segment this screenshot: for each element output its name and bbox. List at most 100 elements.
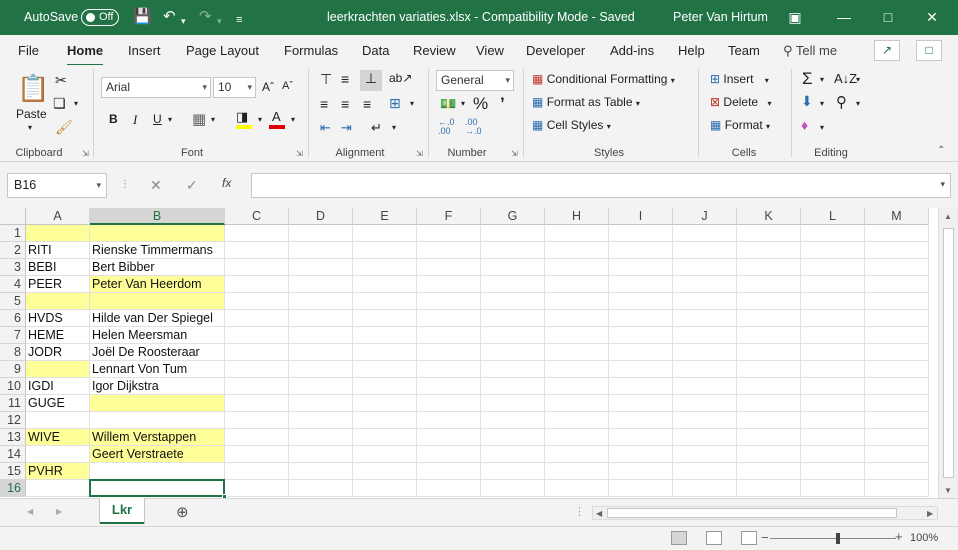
cell-l14[interactable] — [801, 446, 865, 463]
cell-i15[interactable] — [609, 463, 673, 480]
font-size-dropdown[interactable]: 10 ▾ — [213, 77, 256, 98]
save-icon[interactable]: 💾 — [133, 8, 152, 26]
row-header-5[interactable]: 5 — [0, 293, 26, 310]
cell-e5[interactable] — [353, 293, 417, 310]
cell-l4[interactable] — [801, 276, 865, 293]
cell-f10[interactable] — [417, 378, 481, 395]
horizontal-scrollbar[interactable]: ◀ ▶ — [592, 506, 938, 520]
cell-c6[interactable] — [225, 310, 289, 327]
cell-m9[interactable] — [865, 361, 929, 378]
page-break-view-icon[interactable] — [741, 531, 757, 545]
cell-h9[interactable] — [545, 361, 609, 378]
cell-i14[interactable] — [609, 446, 673, 463]
orientation-icon[interactable]: ab↗ — [389, 71, 412, 85]
tab-formulas[interactable]: Formulas — [284, 43, 338, 58]
cell-d6[interactable] — [289, 310, 353, 327]
tab-developer[interactable]: Developer — [526, 43, 585, 58]
format-painter-icon[interactable]: 🖌 — [55, 119, 73, 136]
zoom-in-icon[interactable]: + — [895, 529, 903, 544]
cell-j10[interactable] — [673, 378, 737, 395]
cancel-icon[interactable]: ✕ — [150, 177, 162, 194]
row-header-13[interactable]: 13 — [0, 429, 26, 446]
cell-l13[interactable] — [801, 429, 865, 446]
cell-k1[interactable] — [737, 225, 801, 242]
copy-dropdown-icon[interactable]: ▾ — [74, 99, 78, 108]
cell-m15[interactable] — [865, 463, 929, 480]
cell-h12[interactable] — [545, 412, 609, 429]
clear-dropdown-icon[interactable]: ▾ — [820, 123, 824, 132]
add-sheet-icon[interactable]: ⊕ — [176, 503, 189, 521]
fill-dropdown-icon[interactable]: ▾ — [820, 99, 824, 108]
increase-font-icon[interactable]: Aˆ — [262, 80, 274, 94]
cell-h15[interactable] — [545, 463, 609, 480]
cell-b7[interactable]: Helen Meersman — [90, 327, 225, 344]
cell-k11[interactable] — [737, 395, 801, 412]
tab-splitter-icon[interactable]: ⋮ — [574, 505, 585, 518]
redo-dropdown-icon[interactable]: ▾ — [217, 12, 222, 30]
cell-c12[interactable] — [225, 412, 289, 429]
cell-k16[interactable] — [737, 480, 801, 497]
row-header-4[interactable]: 4 — [0, 276, 26, 293]
customize-toolbar-icon[interactable]: ≡ — [236, 11, 242, 29]
font-color-dropdown-icon[interactable]: ▾ — [291, 115, 295, 124]
row-header-7[interactable]: 7 — [0, 327, 26, 344]
cell-d1[interactable] — [289, 225, 353, 242]
cell-k4[interactable] — [737, 276, 801, 293]
wrap-text-icon[interactable]: ↵ — [371, 120, 382, 136]
row-header-15[interactable]: 15 — [0, 463, 26, 480]
cell-j11[interactable] — [673, 395, 737, 412]
cell-c8[interactable] — [225, 344, 289, 361]
cell-e16[interactable] — [353, 480, 417, 497]
cell-k3[interactable] — [737, 259, 801, 276]
cell-k15[interactable] — [737, 463, 801, 480]
row-header-2[interactable]: 2 — [0, 242, 26, 259]
delete-cells-button[interactable]: ⊠ Delete ▾ — [710, 95, 771, 109]
cell-e8[interactable] — [353, 344, 417, 361]
cell-g11[interactable] — [481, 395, 545, 412]
share-icon[interactable]: ↗ — [874, 40, 900, 61]
cell-a10[interactable]: IGDI — [26, 378, 90, 395]
cell-k2[interactable] — [737, 242, 801, 259]
cell-h14[interactable] — [545, 446, 609, 463]
row-header-14[interactable]: 14 — [0, 446, 26, 463]
vertical-scrollbar[interactable]: ▲ ▼ — [938, 208, 958, 498]
font-color-icon[interactable]: A — [272, 109, 281, 124]
cell-e14[interactable] — [353, 446, 417, 463]
tab-team[interactable]: Team — [728, 43, 760, 58]
cell-j12[interactable] — [673, 412, 737, 429]
cell-h7[interactable] — [545, 327, 609, 344]
cell-g3[interactable] — [481, 259, 545, 276]
copy-icon[interactable]: ❏ — [53, 95, 66, 112]
cell-f9[interactable] — [417, 361, 481, 378]
cell-c14[interactable] — [225, 446, 289, 463]
insert-cells-button[interactable]: ⊞ Insert ▾ — [710, 72, 769, 86]
cell-m5[interactable] — [865, 293, 929, 310]
comma-icon[interactable]: ’ — [500, 94, 505, 114]
cell-g7[interactable] — [481, 327, 545, 344]
cell-j5[interactable] — [673, 293, 737, 310]
select-all-corner[interactable] — [0, 208, 26, 225]
column-header-j[interactable]: J — [673, 208, 737, 225]
cell-m1[interactable] — [865, 225, 929, 242]
tab-home[interactable]: Home — [67, 43, 104, 66]
cell-i9[interactable] — [609, 361, 673, 378]
cell-e2[interactable] — [353, 242, 417, 259]
cell-a5[interactable] — [26, 293, 90, 310]
underline-button[interactable]: U — [153, 112, 162, 126]
cell-e1[interactable] — [353, 225, 417, 242]
decrease-font-icon[interactable]: Aˇ — [282, 80, 293, 92]
cell-j7[interactable] — [673, 327, 737, 344]
cell-h4[interactable] — [545, 276, 609, 293]
cell-i1[interactable] — [609, 225, 673, 242]
fill-icon[interactable]: ⬇ — [801, 93, 813, 110]
cell-b2[interactable]: Rienske Timmermans — [90, 242, 225, 259]
column-header-i[interactable]: I — [609, 208, 673, 225]
cell-c7[interactable] — [225, 327, 289, 344]
cell-g12[interactable] — [481, 412, 545, 429]
cell-d4[interactable] — [289, 276, 353, 293]
merge-dropdown-icon[interactable]: ▾ — [410, 99, 414, 108]
cell-c2[interactable] — [225, 242, 289, 259]
collapse-ribbon-icon[interactable]: ⌃ — [937, 145, 945, 156]
cell-d2[interactable] — [289, 242, 353, 259]
cell-i4[interactable] — [609, 276, 673, 293]
